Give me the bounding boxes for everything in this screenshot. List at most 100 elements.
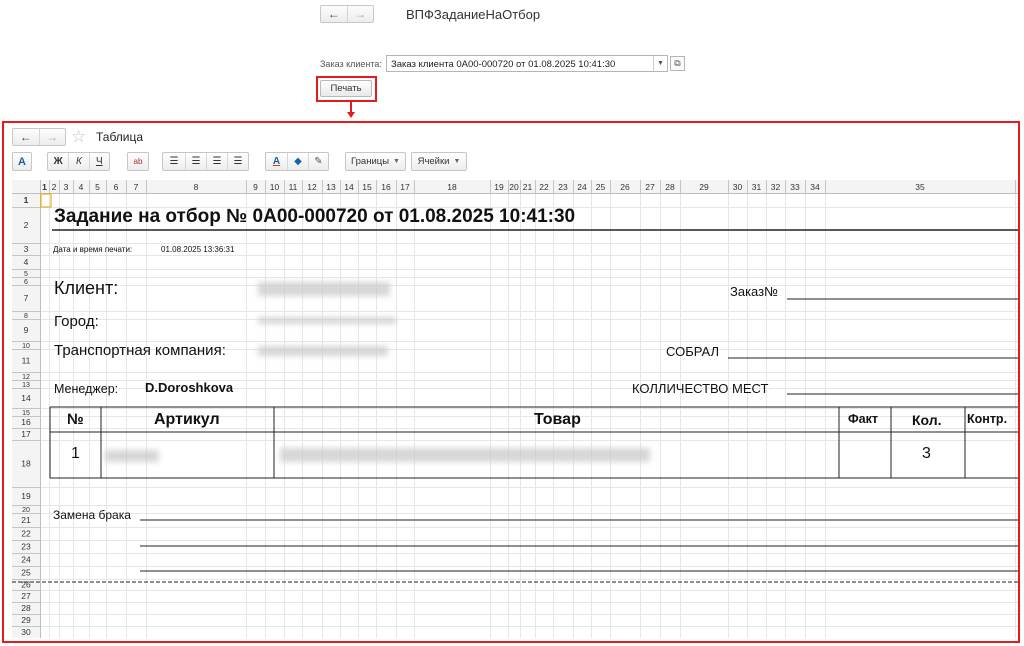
row-number: 8 (24, 313, 28, 320)
row-qty: 3 (922, 445, 931, 462)
column-number: 27 (645, 182, 655, 192)
column-number: 10 (270, 182, 280, 192)
column-number: 25 (596, 182, 606, 192)
collected-label: СОБРАЛ (666, 344, 720, 359)
column-number: 28 (665, 182, 675, 192)
align-right-icon[interactable]: ☰ (206, 153, 227, 170)
column-number: 17 (400, 182, 410, 192)
order-no-label: Заказ№ (730, 284, 779, 299)
client-label: Клиент: (54, 278, 119, 298)
row-number: 3 (24, 244, 29, 254)
open-link-icon[interactable]: ⧉ (670, 56, 685, 71)
order-field-value: Заказ клиента 0А00-000720 от 01.08.2025 … (391, 59, 616, 70)
manager-value: D.Doroshkova (145, 380, 234, 395)
transport-label: Транспортная компания: (54, 342, 226, 359)
column-number: 16 (381, 182, 391, 192)
column-number: 4 (79, 182, 84, 192)
row-number: 22 (21, 529, 31, 539)
dropdown-arrow-icon[interactable]: ▼ (653, 56, 667, 71)
city-label: Город: (54, 313, 99, 330)
back-arrow-icon[interactable]: ← (321, 6, 347, 22)
redacted-transport (258, 346, 388, 356)
column-number: 19 (494, 182, 504, 192)
italic-button[interactable]: К (68, 153, 88, 170)
row-number: 9 (24, 325, 29, 335)
font-icon: A (18, 155, 26, 168)
star-icon[interactable]: ☆ (71, 127, 86, 147)
back-arrow-icon[interactable]: ← (13, 129, 39, 145)
row-num: 1 (71, 445, 80, 462)
row-number: 20 (22, 507, 30, 514)
arrow-head-icon (347, 112, 355, 118)
column-number: 11 (289, 182, 298, 192)
redacted-city (258, 317, 396, 324)
borders-dropdown[interactable]: Границы ▼ (345, 152, 406, 171)
forward-arrow-icon[interactable]: → (346, 6, 374, 22)
print-date-value: 01.08.2025 13:36:31 (161, 245, 235, 254)
doc-nav-buttons: ← → (12, 128, 66, 146)
th-control: Контр. (967, 412, 1008, 426)
column-number: 29 (699, 182, 709, 192)
column-number: 20 (509, 182, 519, 192)
column-number: 23 (558, 182, 568, 192)
pencil-icon[interactable]: ✎ (308, 153, 328, 170)
column-number: 31 (752, 182, 762, 192)
borders-label: Границы (351, 156, 390, 167)
column-number: 24 (577, 182, 587, 192)
row-number: 2 (24, 220, 29, 230)
manager-label: Менеджер: (54, 382, 119, 396)
cells-dropdown[interactable]: Ячейки ▼ (411, 152, 467, 171)
th-qty: Кол. (912, 412, 942, 428)
row-number: 7 (24, 293, 29, 303)
th-article: Артикул (154, 411, 220, 428)
align-center-icon[interactable]: ☰ (185, 153, 206, 170)
bold-button[interactable]: Ж (48, 153, 68, 170)
column-number: 22 (539, 182, 549, 192)
row-number: 29 (21, 615, 31, 625)
column-number: 1 (42, 182, 47, 192)
chevron-down-icon: ▼ (393, 158, 400, 165)
text-color-icon[interactable]: A (266, 153, 287, 170)
underline-button[interactable]: Ч (88, 153, 109, 170)
row-number: 26 (21, 580, 31, 590)
row-number: 10 (22, 343, 30, 350)
column-number: 2 (52, 182, 57, 192)
column-number: 5 (95, 182, 100, 192)
column-number: 18 (447, 182, 457, 192)
row-number: 1 (24, 195, 29, 205)
doc-title: Таблица (96, 130, 144, 144)
forward-arrow-icon[interactable]: → (38, 129, 66, 145)
row-number: 21 (21, 515, 31, 525)
spellcheck-icon: ab (133, 157, 143, 166)
align-justify-icon[interactable]: ☰ (227, 153, 248, 170)
align-group: ☰ ☰ ☰ ☰ (162, 152, 249, 171)
column-number: 33 (790, 182, 800, 192)
row-number: 30 (21, 627, 31, 637)
row-number: 15 (22, 410, 30, 417)
column-number: 15 (362, 182, 372, 192)
cells-label: Ячейки (417, 156, 450, 167)
row-number: 5 (24, 271, 28, 278)
align-left-icon[interactable]: ☰ (163, 153, 185, 170)
row-number: 19 (21, 491, 31, 501)
print-button[interactable]: Печать (320, 80, 372, 97)
column-number: 21 (523, 182, 533, 192)
places-label: КОЛЛИЧЕСТВО МЕСТ (632, 381, 769, 396)
chevron-down-icon: ▼ (453, 158, 461, 165)
column-number: 32 (771, 182, 781, 192)
font-button[interactable]: A (12, 152, 32, 171)
redacted-client (258, 282, 390, 296)
spellcheck-button[interactable]: ab (127, 152, 149, 171)
row-number: 16 (21, 417, 31, 427)
row-number: 13 (22, 382, 30, 389)
th-fact: Факт (848, 412, 878, 426)
th-product: Товар (534, 411, 581, 428)
row-number: 27 (21, 591, 31, 601)
color-group: A ◆ ✎ (265, 152, 329, 171)
column-number: 14 (344, 182, 354, 192)
fill-color-icon[interactable]: ◆ (287, 153, 308, 170)
order-field[interactable]: Заказ клиента 0А00-000720 от 01.08.2025 … (386, 55, 668, 72)
row-number: 6 (24, 279, 28, 286)
row-number: 12 (22, 374, 30, 381)
text-style-group: Ж К Ч (47, 152, 110, 171)
